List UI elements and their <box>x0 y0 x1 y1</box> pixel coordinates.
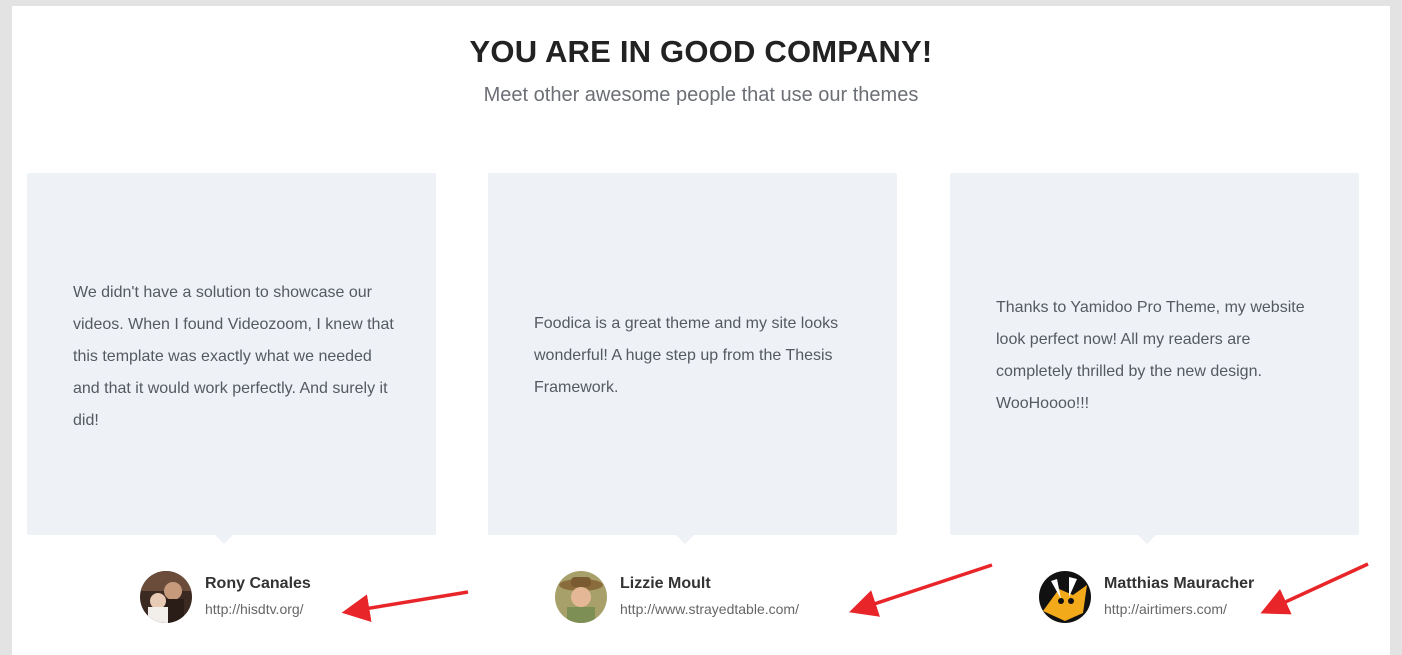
section-title: YOU ARE IN GOOD COMPANY! <box>469 34 933 69</box>
author-website-link[interactable]: http://www.strayedtable.com/ <box>620 601 799 617</box>
avatar <box>140 571 192 623</box>
testimonial-quote-2: Foodica is a great theme and my site loo… <box>534 315 839 396</box>
testimonials-section: YOU ARE IN GOOD COMPANY! Meet other awes… <box>12 6 1390 655</box>
avatar <box>555 571 607 623</box>
testimonial-card-2: Foodica is a great theme and my site loo… <box>488 173 897 544</box>
avatar <box>1039 571 1091 623</box>
testimonial-quote-1: We didn't have a solution to showcase ou… <box>73 284 394 429</box>
author-name: Rony Canales <box>205 575 311 592</box>
testimonial-card-1: We didn't have a solution to showcase ou… <box>27 173 436 544</box>
testimonial-quote-3: Thanks to Yamidoo Pro Theme, my website … <box>996 299 1305 412</box>
testimonial-card-3: Thanks to Yamidoo Pro Theme, my website … <box>950 173 1359 544</box>
author-website-link[interactable]: http://hisdtv.org/ <box>205 601 304 617</box>
section-subtitle: Meet other awesome people that use our t… <box>483 84 919 106</box>
author-website-link[interactable]: http://airtimers.com/ <box>1104 601 1227 617</box>
author-name: Lizzie Moult <box>620 575 711 592</box>
author-name: Matthias Mauracher <box>1104 575 1255 592</box>
